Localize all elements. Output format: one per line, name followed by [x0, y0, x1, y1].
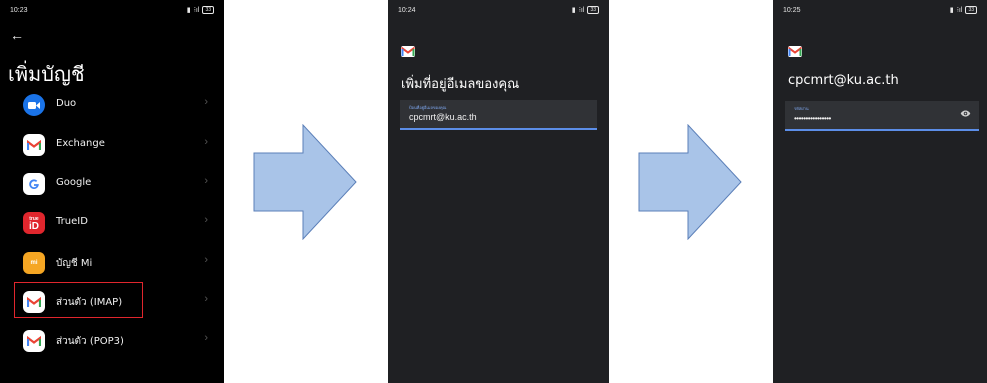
signal-bars-icon: ⁝ıl: [956, 7, 963, 14]
chevron-right-icon: ›: [204, 332, 208, 344]
gmail-logo-icon: [401, 46, 415, 57]
show-password-eye-icon[interactable]: [960, 110, 971, 117]
account-item-duo[interactable]: Duo ›: [0, 86, 224, 122]
gmail-icon: [23, 134, 45, 156]
chevron-right-icon: ›: [204, 254, 208, 266]
chevron-right-icon: ›: [204, 293, 208, 305]
account-item-trueid[interactable]: true iD TrueID ›: [0, 204, 224, 240]
gmail-logo-icon: [788, 46, 802, 57]
signal-icon: ▮: [186, 7, 191, 14]
status-time: 10:23: [10, 7, 28, 14]
battery-icon: 33: [587, 6, 599, 14]
status-time: 10:25: [783, 7, 801, 14]
signal-bars-icon: ⁝ıl: [193, 7, 200, 14]
account-item-label: Exchange: [56, 138, 105, 149]
battery-icon: 33: [202, 6, 214, 14]
signal-icon: ▮: [571, 7, 576, 14]
password-field[interactable]: รหัสผ่าน ••••••••••••••••: [785, 101, 979, 131]
chevron-right-icon: ›: [204, 214, 208, 226]
email-field[interactable]: ป้อนที่อยู่อีเมลของคุณ cpcmrt@ku.ac.th: [400, 100, 597, 130]
account-item-label: TrueID: [56, 216, 88, 227]
trueid-icon: true iD: [23, 212, 45, 234]
account-item-mi[interactable]: mi บัญชี Mi ›: [0, 244, 224, 280]
step-arrow-right-icon: [253, 124, 357, 240]
account-item-label: ส่วนตัว (POP3): [56, 336, 124, 347]
status-time: 10:24: [398, 7, 416, 14]
battery-icon: 33: [965, 6, 977, 14]
page-title: cpcmrt@ku.ac.th: [788, 73, 899, 88]
password-value: ••••••••••••••••: [794, 114, 831, 123]
google-icon: [23, 173, 45, 195]
account-item-exchange[interactable]: Exchange ›: [0, 126, 224, 162]
duo-icon: [23, 94, 45, 116]
phone-screen-add-account: 10:23 ▮ ⁝ıl 33 ← เพิ่มบัญชี Duo › Exchan…: [0, 0, 224, 383]
mi-icon: mi: [23, 252, 45, 274]
chevron-right-icon: ›: [204, 175, 208, 187]
step-arrow-right-icon: [638, 124, 742, 240]
status-bar: 10:23 ▮ ⁝ıl 33: [0, 0, 224, 22]
account-item-label: Google: [56, 177, 92, 188]
signal-bars-icon: ⁝ıl: [578, 7, 585, 14]
phone-screen-password: 10:25 ▮ ⁝ıl 33 cpcmrt@ku.ac.th รหัสผ่าน …: [773, 0, 987, 383]
status-bar: 10:24 ▮ ⁝ıl 33: [388, 0, 609, 22]
phone-screen-add-email: 10:24 ▮ ⁝ıl 33 เพิ่มที่อยู่อีเมลของคุณ ป…: [388, 0, 609, 383]
highlight-box: [14, 282, 143, 318]
signal-icon: ▮: [949, 7, 954, 14]
account-item-google[interactable]: Google ›: [0, 165, 224, 201]
page-title: เพิ่มที่อยู่อีเมลของคุณ: [401, 77, 520, 92]
account-item-label: Duo: [56, 98, 77, 109]
chevron-right-icon: ›: [204, 136, 208, 148]
email-value: cpcmrt@ku.ac.th: [409, 112, 477, 122]
password-field-label: รหัสผ่าน: [794, 106, 809, 111]
chevron-right-icon: ›: [204, 96, 208, 108]
gmail-icon: [23, 330, 45, 352]
status-bar: 10:25 ▮ ⁝ıl 33: [773, 0, 987, 22]
back-arrow-icon[interactable]: ←: [10, 28, 24, 42]
account-item-pop3[interactable]: ส่วนตัว (POP3) ›: [0, 322, 224, 358]
account-item-label: บัญชี Mi: [56, 258, 93, 269]
email-field-label: ป้อนที่อยู่อีเมลของคุณ: [409, 105, 447, 110]
